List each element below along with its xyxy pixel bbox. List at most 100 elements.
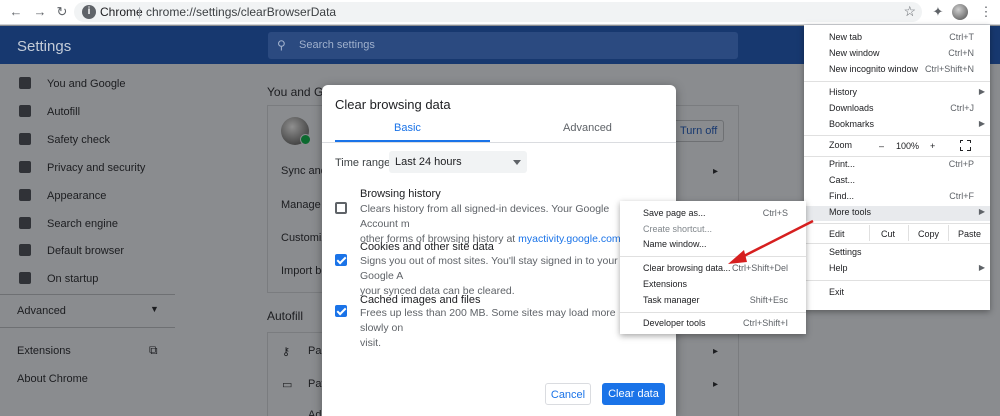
submenu-item-developer-tools[interactable]: Developer tools Ctrl+Shift+I [620,317,806,332]
menu-item-label: Cast... [829,175,856,185]
sidebar-item-autofill[interactable]: Autofill [0,100,262,124]
cancel-button[interactable]: Cancel [545,383,591,405]
myactivity-link[interactable]: myactivity.google.com [518,233,621,245]
cut-button[interactable]: Cut [881,229,895,239]
open-external-icon[interactable]: ⧉ [149,343,158,358]
menu-shortcut: Ctrl+J [950,103,974,113]
chevron-right-icon[interactable]: ▸ [713,166,718,177]
submenu-item-name-window[interactable]: Name window... [620,238,806,253]
site-label: Chrome [100,5,143,19]
menu-item-find[interactable]: Find... Ctrl+F [804,190,990,205]
zoom-level: 100% [896,141,920,151]
submenu-item-extensions[interactable]: Extensions [620,278,806,293]
option-desc-line: visit. [360,337,381,349]
tab-basic[interactable]: Basic [394,122,421,134]
cookies-checkbox[interactable] [335,254,347,266]
back-arrow-icon[interactable]: ← [8,4,24,20]
menu-item-label: Task manager [643,295,700,305]
zoom-out-button[interactable]: – [879,141,884,151]
fullscreen-icon[interactable] [959,139,971,151]
sidebar-item-privacy[interactable]: Privacy and security [0,156,262,180]
settings-search-input[interactable]: ⚲ Search settings [268,32,738,59]
menu-item-downloads[interactable]: Downloads Ctrl+J [804,102,990,117]
search-icon [19,217,31,229]
sidebar-advanced[interactable]: Advanced [17,305,66,317]
chevron-right-icon[interactable]: ▸ [713,346,718,357]
shield-icon [19,161,31,173]
row-passwords[interactable]: Pa [308,345,321,357]
menu-shortcut: Ctrl+Shift+I [742,318,788,328]
sidebar-item-on-startup[interactable]: On startup [0,267,262,291]
menu-item-label: Settings [829,247,862,257]
search-icon: ⚲ [277,38,286,52]
sidebar-item-safety-check[interactable]: Safety check [0,128,262,152]
menu-item-label: New tab [829,32,863,42]
chevron-down-icon[interactable]: ▼ [150,304,159,314]
menu-item-history[interactable]: History ▶ [804,86,990,101]
menu-item-new-incognito[interactable]: New incognito window Ctrl+Shift+N [804,63,990,78]
bookmark-star-icon[interactable]: ☆ [903,3,916,20]
chrome-menu-icon[interactable]: ⋮ [978,4,994,20]
menu-item-label: Create shortcut... [643,224,713,234]
menu-item-label: Exit [829,287,845,297]
menu-item-label: Developer tools [643,318,706,328]
address-bar[interactable]: i Chrome | chrome://settings/clearBrowse… [74,2,922,22]
palette-icon [19,189,31,201]
paste-button[interactable]: Paste [958,229,981,239]
menu-item-cast[interactable]: Cast... [804,174,990,189]
extensions-puzzle-icon[interactable]: ✦ [930,4,946,20]
submenu-arrow-icon: ▶ [978,207,985,216]
sidebar-extensions[interactable]: Extensions [17,345,71,357]
time-range-select[interactable]: Last 24 hours [389,151,527,173]
menu-item-label: New window [829,48,880,58]
menu-item-new-tab[interactable]: New tab Ctrl+T [804,31,990,46]
browser-icon [19,244,31,256]
sidebar-about-chrome[interactable]: About Chrome [17,373,88,385]
time-range-label: Time range [335,157,391,169]
menu-item-new-window[interactable]: New window Ctrl+N [804,47,990,62]
browsing-history-checkbox[interactable] [335,202,347,214]
site-info-icon[interactable]: i [82,5,96,19]
submenu-arrow-icon: ▶ [978,263,985,272]
menu-item-bookmarks[interactable]: Bookmarks ▶ [804,118,990,133]
sidebar-item-default-browser[interactable]: Default browser [0,239,262,263]
menu-item-label: Downloads [829,103,874,113]
menu-item-print[interactable]: Print... Ctrl+P [804,158,990,173]
clear-data-button[interactable]: Clear data [602,383,665,405]
menu-shortcut: Ctrl+S [762,208,788,218]
sidebar-item-appearance[interactable]: Appearance [0,184,262,208]
cancel-label: Cancel [550,389,586,401]
option-title: Browsing history [360,188,441,200]
copy-button[interactable]: Copy [918,229,939,239]
reload-icon[interactable]: ↻ [54,4,70,20]
menu-item-settings[interactable]: Settings [804,246,990,261]
sidebar-item-label: Appearance [47,190,107,202]
section-title-autofill: Autofill [267,309,304,323]
submenu-arrow-icon: ▶ [978,119,985,128]
menu-item-help[interactable]: Help ▶ [804,262,990,277]
zoom-in-button[interactable]: + [930,141,935,151]
menu-divider [804,223,990,224]
chevron-right-icon[interactable]: ▸ [713,379,718,390]
menu-item-more-tools[interactable]: More tools ▶ [804,206,990,221]
sidebar-item-you-and-google[interactable]: You and Google [0,72,262,96]
menu-shortcut: Ctrl+Shift+Del [731,263,788,273]
submenu-item-clear-browsing-data[interactable]: Clear browsing data... Ctrl+Shift+Del [620,262,806,277]
turn-off-sync-button[interactable]: Turn off [668,120,724,142]
forward-arrow-icon[interactable]: → [32,4,48,20]
tab-advanced[interactable]: Advanced [563,122,612,134]
profile-avatar[interactable] [952,4,968,20]
row-addresses[interactable]: Ad [308,409,321,416]
sidebar-item-search-engine[interactable]: Search engine [0,212,262,236]
option-description: Signs you out of most sites. You'll stay… [360,254,632,299]
menu-item-exit[interactable]: Exit [804,286,990,301]
menu-item-label: History [829,87,858,97]
submenu-item-task-manager[interactable]: Task manager Shift+Esc [620,294,806,309]
row-import-bookmarks[interactable]: Import bo [281,265,327,277]
submenu-item-save-page[interactable]: Save page as... Ctrl+S [620,207,806,222]
menu-divider [620,256,806,257]
settings-title: Settings [17,38,72,55]
cached-images-checkbox[interactable] [335,305,347,317]
time-range-value: Last 24 hours [395,156,462,168]
url-text[interactable]: chrome://settings/clearBrowserData [146,5,336,19]
